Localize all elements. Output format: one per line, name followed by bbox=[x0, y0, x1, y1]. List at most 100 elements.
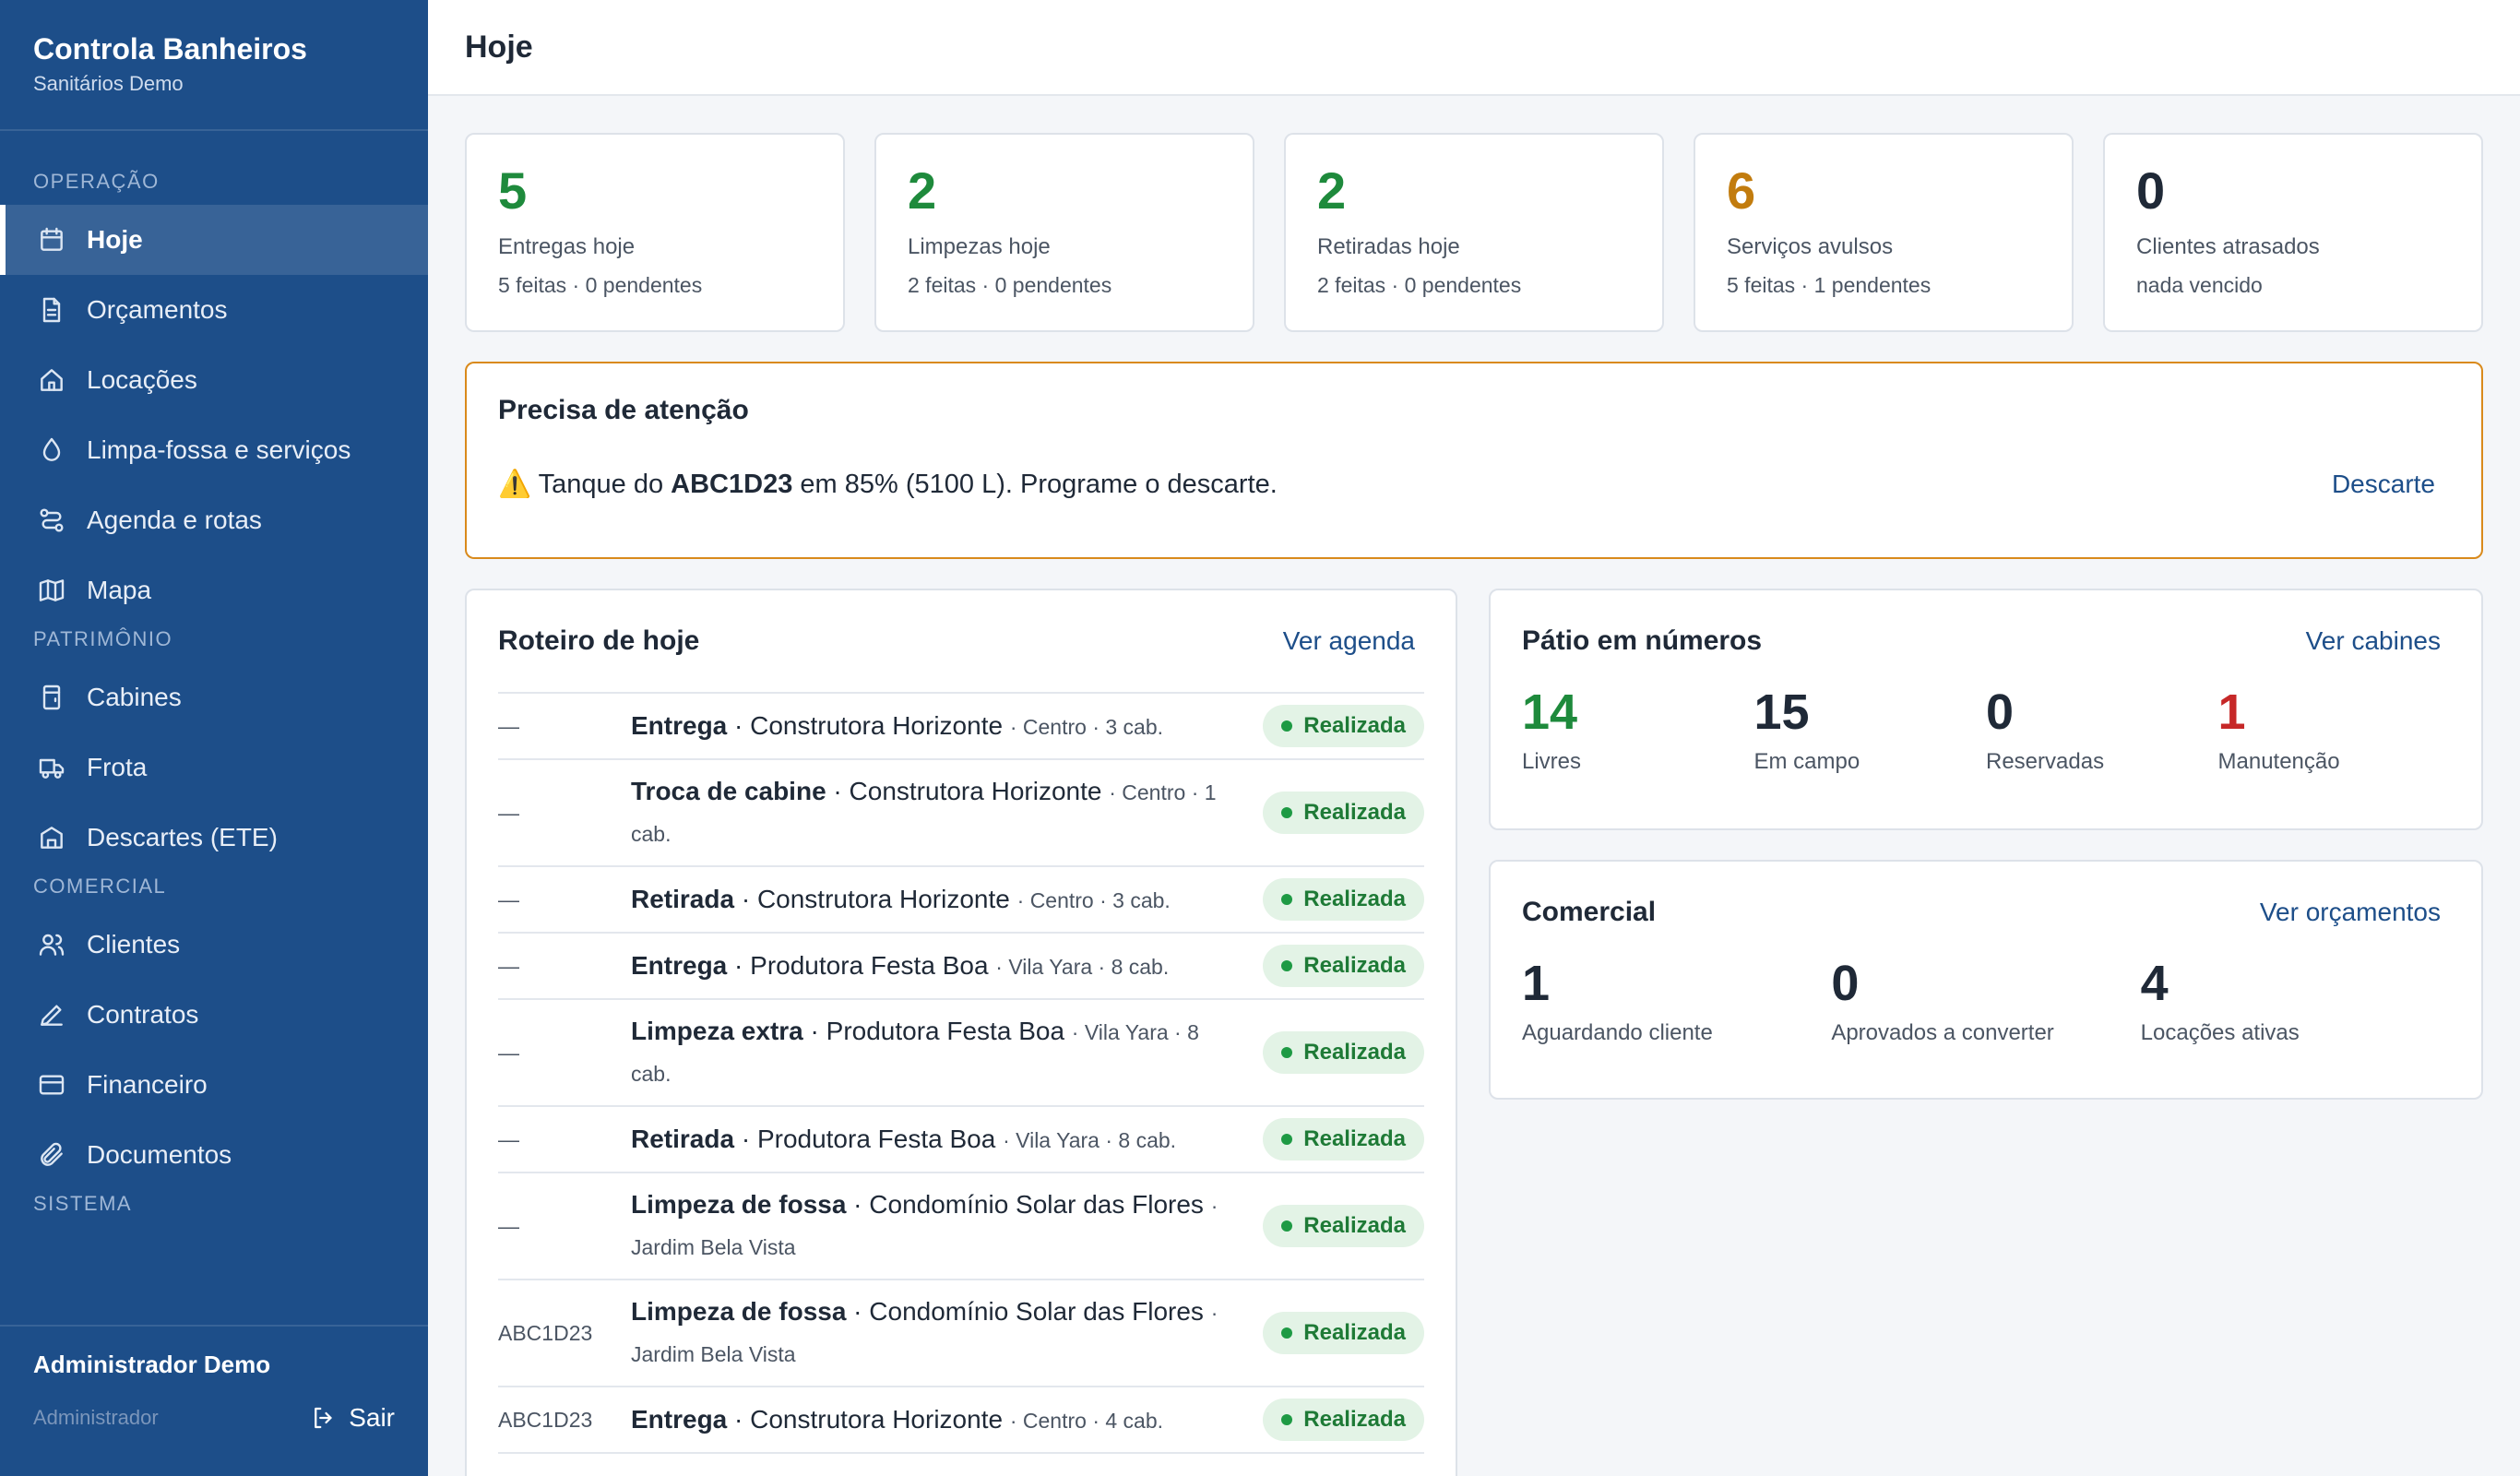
route-list: — Entrega · Construtora Horizonte · Cent… bbox=[498, 692, 1424, 1454]
stat-sub: 2 feitas · 0 pendentes bbox=[908, 273, 1112, 297]
stat-sub: 5 feitas · 1 pendentes bbox=[1727, 273, 1932, 297]
metric-value: 1 bbox=[1522, 956, 1551, 1011]
attention-plate: ABC1D23 bbox=[671, 470, 793, 499]
stat-card: 6 Serviços avulsos 5 feitas · 1 pendente… bbox=[1694, 133, 2074, 332]
sidebar-item-clientes[interactable]: Clientes bbox=[0, 910, 428, 980]
route-description: Retirada · Produtora Festa Boa · Vila Ya… bbox=[631, 1124, 1177, 1153]
sidebar-item-locacoes[interactable]: Locações bbox=[0, 345, 428, 415]
route-row[interactable]: ABC1D23 Entrega · Construtora Horizonte … bbox=[498, 1387, 1424, 1454]
patio-card: Pátio em números Ver cabines 14 Livres 15… bbox=[1489, 589, 2483, 830]
route-description: Entrega · Construtora Horizonte · Centro… bbox=[631, 1404, 1164, 1434]
route-plate: — bbox=[498, 953, 519, 978]
nav-section-label: COMERCIAL bbox=[33, 875, 167, 898]
warning-icon: ⚠️ bbox=[498, 470, 532, 499]
route-row[interactable]: — Troca de cabine · Construtora Horizont… bbox=[498, 760, 1424, 867]
route-plate: — bbox=[498, 713, 519, 738]
metric-label: Locações ativas bbox=[2140, 1020, 2300, 1045]
route-service: Limpeza extra bbox=[631, 1017, 803, 1045]
route-service: Limpeza de fossa bbox=[631, 1297, 847, 1326]
route-plate: — bbox=[498, 1213, 519, 1238]
route-row[interactable]: — Entrega · Produtora Festa Boa · Vila Y… bbox=[498, 934, 1424, 1000]
sidebar-item-label: Clientes bbox=[87, 930, 181, 958]
route-row[interactable]: — Limpeza de fossa · Condomínio Solar da… bbox=[498, 1173, 1424, 1280]
route-icon bbox=[37, 506, 66, 535]
ver-orcamentos-link[interactable]: Ver orçamentos bbox=[2260, 898, 2441, 927]
page-title: Hoje bbox=[465, 29, 533, 65]
sidebar-item-hoje[interactable]: Hoje bbox=[0, 205, 428, 275]
sidebar-item-financeiro[interactable]: Financeiro bbox=[0, 1050, 428, 1120]
status-dot bbox=[1281, 1134, 1293, 1145]
sidebar-item-label: Frota bbox=[87, 753, 148, 781]
metric-label: Manutenção bbox=[2217, 749, 2340, 774]
stat-sub: 2 feitas · 0 pendentes bbox=[1317, 273, 1522, 297]
sidebar-item-label: Locações bbox=[87, 365, 197, 394]
stat-label: Entregas hoje bbox=[498, 234, 636, 259]
sidebar-item-contratos[interactable]: Contratos bbox=[0, 980, 428, 1050]
comercial-metric: 1 Aguardando cliente bbox=[1522, 954, 1831, 1046]
route-service: Entrega bbox=[631, 1404, 728, 1434]
route-description: Limpeza de fossa · Condomínio Solar das … bbox=[631, 1190, 1218, 1259]
route-meta: Centro · 4 cab. bbox=[1022, 1408, 1164, 1433]
topbar: Hoje bbox=[428, 0, 2520, 96]
route-plate: ABC1D23 bbox=[498, 1407, 593, 1432]
sidebar-item-agenda-e-rotas[interactable]: Agenda e rotas bbox=[0, 485, 428, 555]
route-client: Produtora Festa Boa bbox=[826, 1017, 1065, 1045]
sidebar-item-orcamentos[interactable]: Orçamentos bbox=[0, 275, 428, 345]
stat-value: 0 bbox=[2136, 161, 2166, 220]
comercial-card: Comercial Ver orçamentos 1 Aguardando cl… bbox=[1489, 860, 2483, 1100]
status-dot bbox=[1281, 1414, 1293, 1425]
cabin-icon bbox=[37, 683, 66, 712]
route-meta: Vila Yara · 8 cab. bbox=[1008, 954, 1170, 979]
status-label: Realizada bbox=[1303, 1040, 1406, 1065]
sidebar-item-limpa-fossa-e-servicos[interactable]: Limpa-fossa e serviços bbox=[0, 415, 428, 485]
patio-metric: 0 Reservadas bbox=[1986, 683, 2218, 775]
sidebar-item-documentos[interactable]: Documentos bbox=[0, 1120, 428, 1190]
stat-value: 6 bbox=[1727, 161, 1756, 220]
stat-value: 2 bbox=[1317, 161, 1347, 220]
sidebar-item-label: Orçamentos bbox=[87, 295, 228, 324]
ver-agenda-link[interactable]: Ver agenda bbox=[1283, 626, 1415, 656]
route-plate: — bbox=[498, 800, 519, 825]
status-label: Realizada bbox=[1303, 1126, 1406, 1151]
patio-metric: 14 Livres bbox=[1522, 683, 1754, 775]
stat-label: Retiradas hoje bbox=[1317, 234, 1460, 259]
status-label: Realizada bbox=[1303, 1213, 1406, 1238]
sidebar-item-mapa[interactable]: Mapa bbox=[0, 555, 428, 625]
route-client: Condomínio Solar das Flores bbox=[869, 1297, 1204, 1326]
credit-card-icon bbox=[37, 1070, 66, 1100]
sidebar-nav: OPERAÇÃO Hoje Orçamentos Locações Limpa-foss… bbox=[0, 131, 428, 1218]
status-badge: Realizada bbox=[1263, 1399, 1424, 1441]
stat-card: 5 Entregas hoje 5 feitas · 0 pendentes bbox=[465, 133, 845, 332]
users-icon bbox=[37, 930, 66, 959]
metric-value: 1 bbox=[2217, 684, 2246, 740]
status-label: Realizada bbox=[1303, 887, 1406, 911]
comercial-metric: 0 Aprovados a converter bbox=[1831, 954, 2140, 1046]
attention-text-before: Tanque do bbox=[538, 470, 672, 499]
status-badge: Realizada bbox=[1263, 878, 1424, 921]
route-row[interactable]: ABC1D23 Limpeza de fossa · Condomínio So… bbox=[498, 1280, 1424, 1387]
stat-sub: 5 feitas · 0 pendentes bbox=[498, 273, 703, 297]
route-row[interactable]: — Limpeza extra · Produtora Festa Boa · … bbox=[498, 1000, 1424, 1107]
sidebar-item-descartes-ete[interactable]: Descartes (ETE) bbox=[0, 803, 428, 873]
logout-button[interactable]: Sair bbox=[310, 1403, 395, 1433]
sidebar-item-frota[interactable]: Frota bbox=[0, 732, 428, 803]
route-client: Condomínio Solar das Flores bbox=[869, 1190, 1204, 1219]
route-row[interactable]: — Retirada · Construtora Horizonte · Cen… bbox=[498, 867, 1424, 934]
sidebar-item-cabines[interactable]: Cabines bbox=[0, 662, 428, 732]
metric-label: Livres bbox=[1522, 749, 1582, 774]
sidebar-item-label: Mapa bbox=[87, 576, 152, 604]
route-client: Produtora Festa Boa bbox=[756, 1124, 996, 1153]
route-row[interactable]: — Entrega · Construtora Horizonte · Cent… bbox=[498, 694, 1424, 760]
route-plate: — bbox=[498, 1126, 519, 1151]
sidebar-item-label: Hoje bbox=[87, 225, 143, 254]
ver-cabines-link[interactable]: Ver cabines bbox=[2306, 626, 2441, 656]
descarte-link[interactable]: Descarte bbox=[2332, 470, 2435, 499]
user-panel: Administrador Demo Administrador Sair bbox=[0, 1325, 428, 1476]
metric-value: 0 bbox=[1831, 956, 1860, 1011]
route-plate: — bbox=[498, 1040, 519, 1065]
brand: Controla Banheiros Sanitários Demo bbox=[0, 0, 428, 131]
route-row[interactable]: — Retirada · Produtora Festa Boa · Vila … bbox=[498, 1107, 1424, 1173]
status-badge: Realizada bbox=[1263, 1118, 1424, 1161]
status-label: Realizada bbox=[1303, 1407, 1406, 1432]
document-icon bbox=[37, 295, 66, 325]
